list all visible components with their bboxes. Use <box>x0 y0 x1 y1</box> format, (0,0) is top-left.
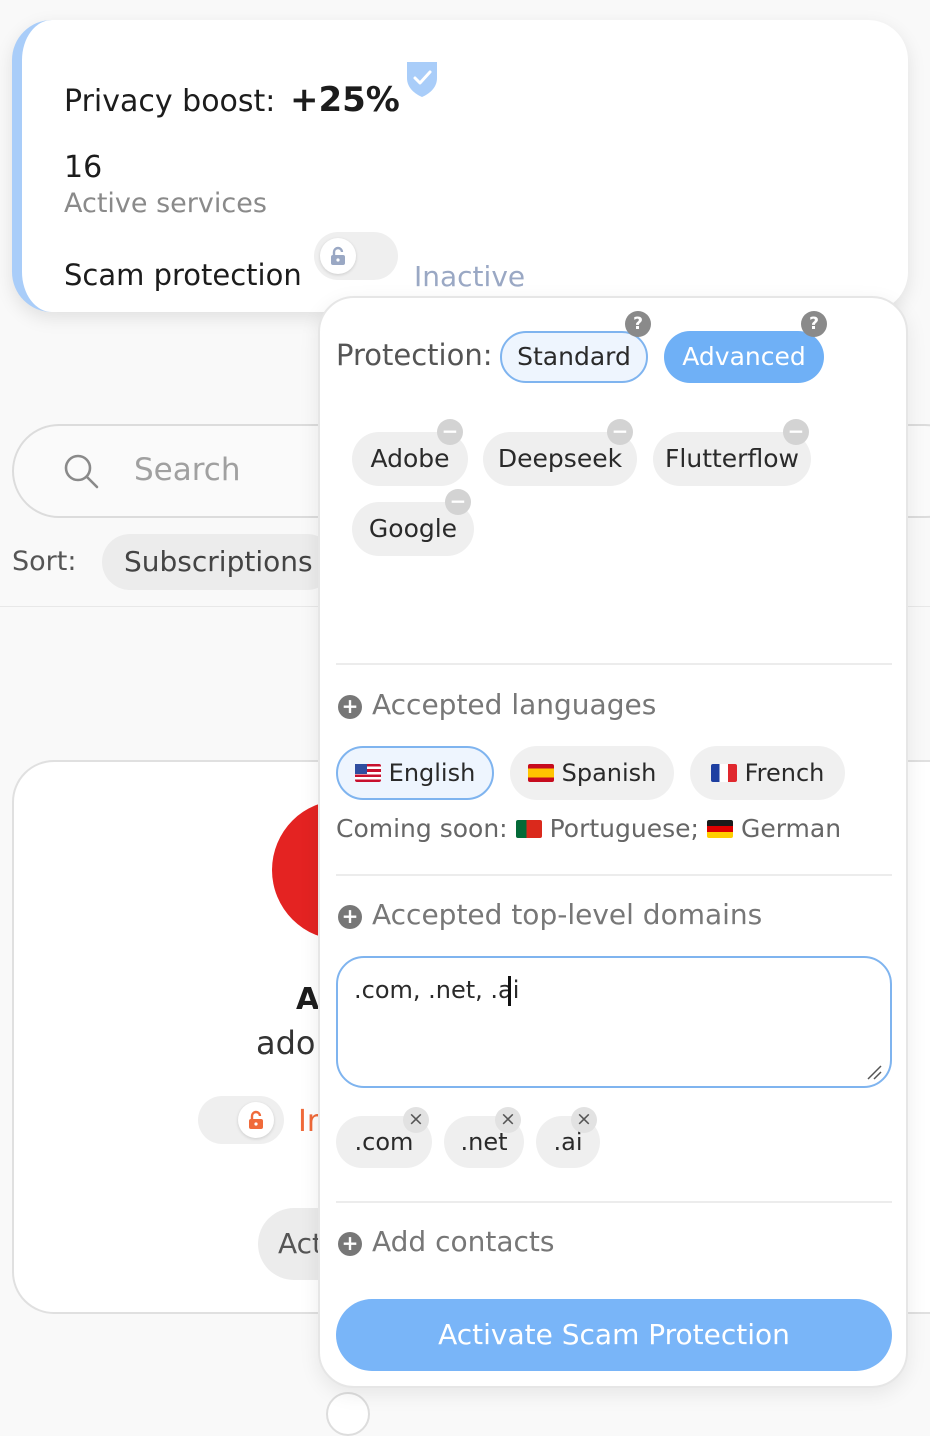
accepted-domains-title: Accepted top-level domains <box>372 898 763 931</box>
language-label: English <box>388 759 476 787</box>
resize-grip-icon[interactable] <box>866 1064 882 1080</box>
service-title: A <box>296 982 320 1017</box>
search-placeholder: Search <box>134 452 241 488</box>
fr-flag-icon <box>710 764 737 782</box>
privacy-boost-value: +25% <box>290 80 400 120</box>
lock-icon <box>238 1102 274 1138</box>
privacy-boost-label: Privacy boost: <box>64 84 276 119</box>
add-language-icon[interactable]: + <box>338 695 362 719</box>
us-flag-icon <box>354 764 381 782</box>
scam-protection-toggle[interactable] <box>314 232 398 280</box>
coming-soon-language: Portuguese; <box>549 814 699 843</box>
tld-input[interactable]: .com, .net, .ai <box>336 956 892 1088</box>
section-divider <box>336 663 892 665</box>
protection-label: Protection: <box>336 338 493 372</box>
standard-mode-button[interactable]: Standard <box>500 331 648 383</box>
add-domain-icon[interactable]: + <box>338 905 362 929</box>
service-protection-toggle[interactable] <box>198 1096 284 1144</box>
shield-check-icon <box>407 62 437 97</box>
add-contacts-icon[interactable]: + <box>338 1232 362 1256</box>
active-services-count: 16 <box>64 150 103 185</box>
add-contacts-title[interactable]: Add contacts <box>372 1225 554 1258</box>
remove-net-icon[interactable]: × <box>495 1107 521 1133</box>
remove-com-icon[interactable]: × <box>403 1107 429 1133</box>
language-label: Spanish <box>561 759 657 787</box>
coming-soon-label: Coming soon: <box>336 814 508 843</box>
language-chip-spanish[interactable]: Spanish <box>510 746 674 800</box>
es-flag-icon <box>527 764 554 782</box>
remove-flutterflow-icon[interactable]: − <box>783 419 809 445</box>
scroll-indicator <box>326 1392 370 1436</box>
service-domain: ado <box>256 1024 316 1062</box>
scam-protection-label: Scam protection <box>64 258 302 292</box>
pt-flag-icon <box>515 819 542 838</box>
active-services-label: Active services <box>64 188 267 219</box>
section-divider <box>336 874 892 876</box>
remove-deepseek-icon[interactable]: − <box>607 419 633 445</box>
lock-icon <box>320 238 356 274</box>
advanced-help-icon[interactable]: ? <box>801 311 827 337</box>
scam-protection-status: Inactive <box>414 260 526 293</box>
privacy-summary-card: Privacy boost: +25% 16 Active services S… <box>12 20 908 312</box>
language-chip-english[interactable]: English <box>336 746 494 800</box>
remove-ai-icon[interactable]: × <box>571 1107 597 1133</box>
advanced-mode-button[interactable]: Advanced <box>664 331 824 383</box>
language-label: French <box>744 759 825 787</box>
activate-scam-protection-button[interactable]: Activate Scam Protection <box>336 1299 892 1371</box>
coming-soon-language: German <box>740 814 842 843</box>
service-status: Ir <box>298 1104 320 1139</box>
standard-help-icon[interactable]: ? <box>625 311 651 337</box>
search-icon <box>64 454 99 489</box>
language-chip-french[interactable]: French <box>690 746 845 800</box>
de-flag-icon <box>706 819 733 838</box>
text-caret <box>508 976 511 1006</box>
sort-label: Sort: <box>12 546 77 577</box>
section-divider <box>336 1201 892 1203</box>
sort-dropdown[interactable]: Subscriptions <box>102 534 335 590</box>
remove-adobe-icon[interactable]: − <box>437 419 463 445</box>
accepted-languages-title: Accepted languages <box>372 688 657 721</box>
remove-google-icon[interactable]: − <box>445 489 471 515</box>
coming-soon-languages: Coming soon: Portuguese; German <box>336 814 841 843</box>
